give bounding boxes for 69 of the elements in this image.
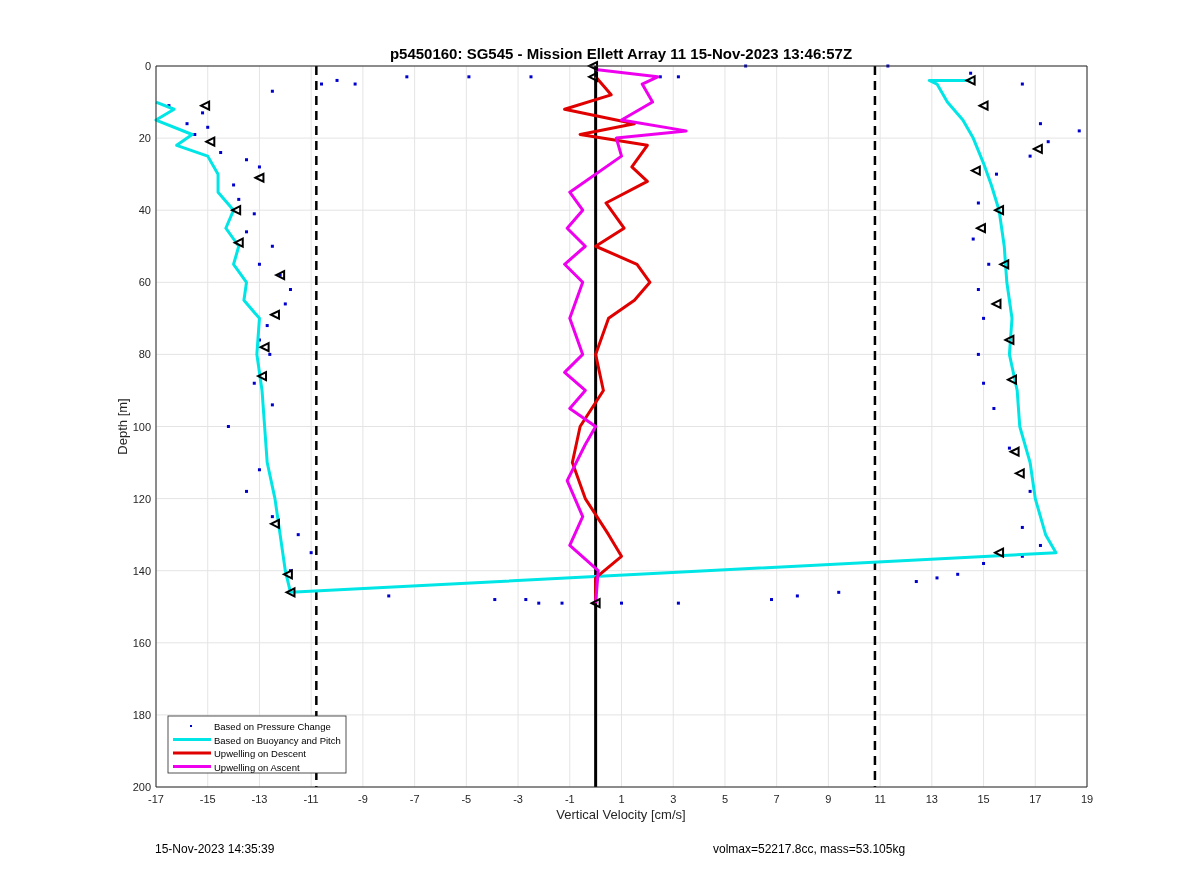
triangle-marker — [1031, 143, 1043, 155]
tick-label: 17 — [1029, 793, 1042, 805]
triangle-marker — [1008, 446, 1020, 458]
tick-label: -7 — [409, 793, 420, 805]
legend-label: Based on Buoyancy and Pitch — [214, 734, 341, 746]
tick-label: -5 — [461, 793, 472, 805]
tick-label: 20 — [138, 132, 151, 145]
tick-label: 1 — [618, 793, 625, 805]
triangle-marker — [198, 100, 211, 112]
tick-label: -11 — [303, 793, 319, 805]
triangle-marker — [1005, 374, 1017, 386]
triangle-marker — [977, 100, 989, 112]
tick-label: -15 — [199, 793, 216, 805]
tick-label: 0 — [144, 60, 151, 72]
tick-label: 180 — [132, 708, 151, 721]
triangle-marker — [974, 222, 986, 234]
tick-label: 19 — [1080, 793, 1094, 805]
triangle-marker — [969, 164, 981, 177]
tick-label: 140 — [132, 564, 151, 577]
triangle-marker — [589, 597, 601, 609]
triangle-marker — [232, 237, 244, 249]
triangle-marker — [992, 204, 1005, 216]
tick-label: -13 — [251, 793, 268, 805]
legend-line — [173, 738, 211, 741]
triangle-marker — [284, 586, 296, 598]
tick-label: 160 — [132, 636, 151, 649]
tick-label: -1 — [564, 793, 575, 805]
tick-label: 80 — [138, 348, 151, 361]
tick-label: 60 — [138, 276, 151, 289]
triangle-marker — [1003, 334, 1015, 346]
triangle-marker — [273, 269, 286, 281]
triangle-marker — [258, 341, 270, 353]
tick-label: -9 — [358, 793, 368, 805]
triangle-marker — [253, 172, 265, 184]
chart-title: p5450160: SG545 - Mission Ellett Array 11 15-Nov-2023 13:46:57Z — [389, 45, 853, 62]
tick-label: 7 — [773, 793, 780, 805]
tick-label: 9 — [825, 793, 832, 805]
triangle-marker — [268, 309, 280, 321]
triangle-marker — [586, 71, 599, 83]
tick-label: 100 — [132, 420, 151, 433]
triangle-marker — [1013, 467, 1025, 479]
triangle-marker — [255, 370, 268, 382]
triangle-marker — [964, 74, 976, 87]
tick-label: 200 — [132, 781, 151, 793]
legend-line — [173, 751, 211, 755]
tick-label: -3 — [513, 793, 523, 805]
tick-label: 120 — [132, 492, 151, 505]
tick-label: 11 — [874, 793, 886, 805]
x-axis-label: Vertical Velocity [cm/s] — [556, 807, 686, 822]
tick-label: -17 — [148, 793, 164, 805]
triangle-marker — [268, 518, 280, 530]
tick-label: 13 — [925, 793, 938, 805]
legend-line — [173, 765, 211, 768]
tick-label: 5 — [721, 793, 728, 805]
tick-label: 40 — [138, 204, 151, 217]
tick-label: 15 — [977, 793, 990, 805]
tick-label: 3 — [670, 793, 677, 805]
triangle-marker — [992, 547, 1005, 559]
y-axis-label: Depth [m] — [115, 398, 130, 455]
legend-label: Upwelling on Descent — [214, 748, 306, 759]
legend-label: Upwelling on Ascent — [214, 761, 300, 773]
legend-label: Based on Pressure Change — [214, 721, 331, 732]
triangle-marker — [998, 258, 1010, 270]
timestamp-text: 15-Nov-2023 14:35:39 — [155, 842, 275, 856]
triangle-marker — [204, 136, 216, 148]
summary-text: volmax=52217.8cc, mass=53.105kg — [713, 842, 906, 856]
triangle-marker — [229, 204, 242, 216]
triangle-marker — [990, 298, 1002, 310]
triangle-marker — [281, 568, 293, 580]
